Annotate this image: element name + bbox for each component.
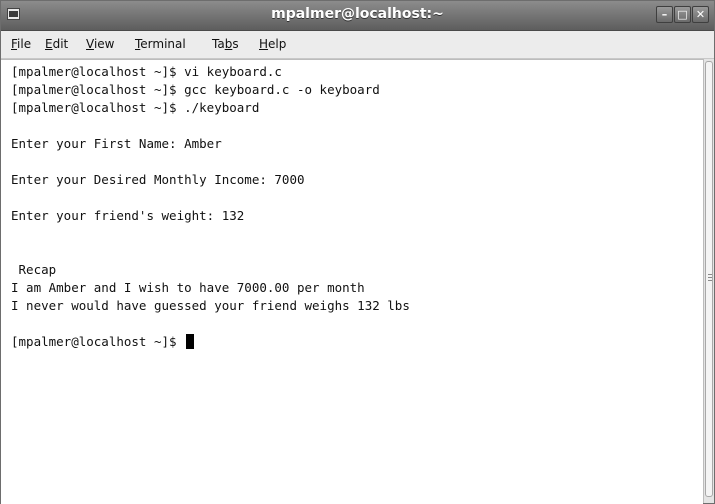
scrollbar-thumb[interactable] [705,61,713,497]
terminal-line: Recap [11,262,57,277]
terminal-line: I never would have guessed your friend w… [11,298,410,313]
menu-edit[interactable]: Edit [45,37,68,51]
close-button[interactable]: ✕ [692,6,709,23]
terminal-prompt-line: [mpalmer@localhost ~]$ [11,333,195,351]
menu-help[interactable]: Help [259,37,286,51]
terminal-output[interactable]: [mpalmer@localhost ~]$ vi keyboard.c [mp… [1,59,703,504]
menu-terminal[interactable]: Terminal [135,37,186,51]
menu-file[interactable]: File [11,37,31,51]
menu-bar: File Edit View Terminal Tabs Help [1,31,714,59]
terminal-line: [mpalmer@localhost ~]$ ./keyboard [11,100,260,115]
window-title: mpalmer@localhost:~ [271,6,444,22]
scrollbar-grip-line [708,277,712,278]
menu-view[interactable]: View [86,37,114,51]
terminal-line: [mpalmer@localhost ~]$ gcc keyboard.c -o… [11,82,380,97]
menu-tabs[interactable]: Tabs [212,37,239,51]
text-cursor [186,334,195,349]
title-bar[interactable]: mpalmer@localhost:~ – □ ✕ [1,1,714,31]
maximize-button[interactable]: □ [674,6,691,23]
scrollbar-grip-line [708,280,712,281]
terminal-line: Enter your First Name: Amber [11,136,222,151]
terminal-line: [mpalmer@localhost ~]$ vi keyboard.c [11,64,282,79]
terminal-line: Enter your friend's weight: 132 [11,208,245,223]
prompt-text: [mpalmer@localhost ~]$ [11,334,185,349]
vertical-scrollbar[interactable] [703,59,714,503]
terminal-line: Enter your Desired Monthly Income: 7000 [11,172,305,187]
scrollbar-grip-line [708,274,712,275]
terminal-line: I am Amber and I wish to have 7000.00 pe… [11,280,365,295]
terminal-window: mpalmer@localhost:~ – □ ✕ File Edit View… [0,0,715,504]
minimize-button[interactable]: – [656,6,673,23]
